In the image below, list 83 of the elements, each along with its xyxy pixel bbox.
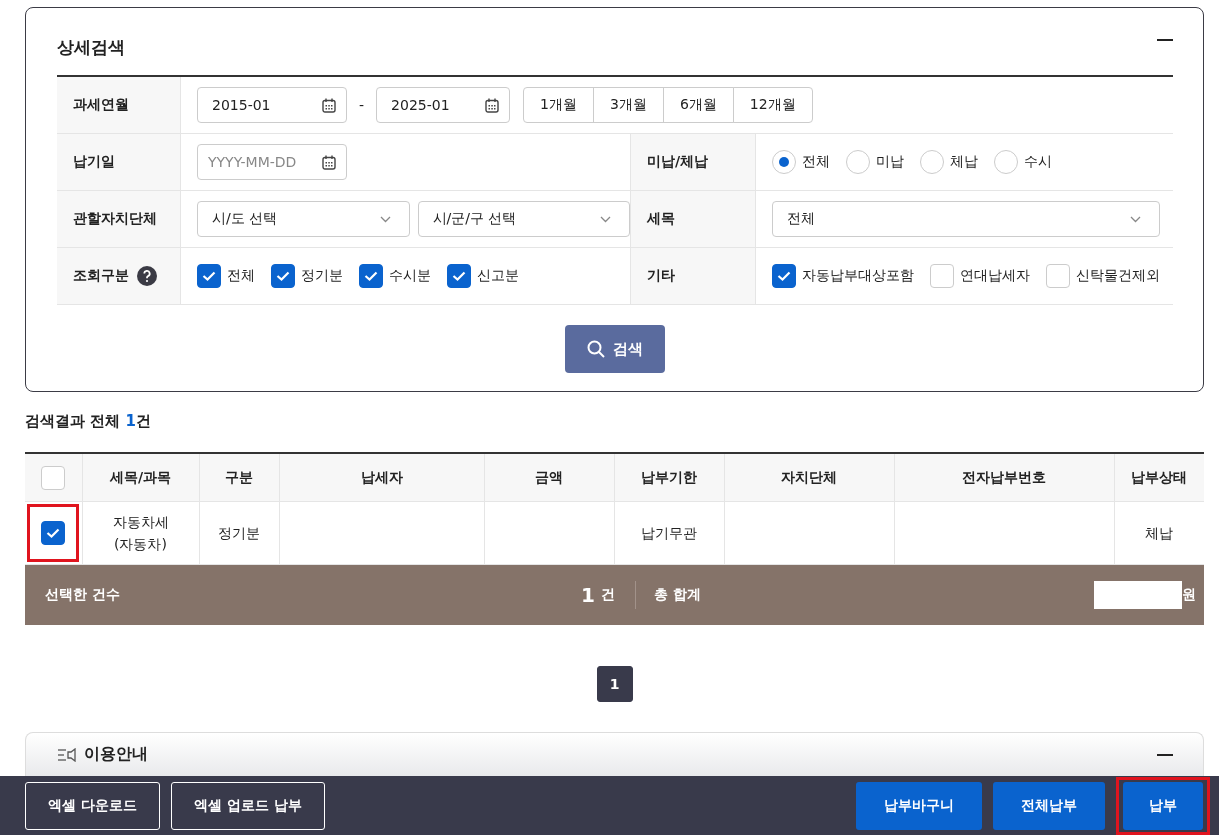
date-field[interactable]: 2015-01 xyxy=(197,87,347,123)
pay-button[interactable]: 납부 xyxy=(1123,781,1203,830)
option-label: 전체 xyxy=(227,267,255,285)
radio-button[interactable] xyxy=(920,150,944,174)
chevron-down-icon xyxy=(1130,215,1141,223)
currency-unit: 원 xyxy=(1182,586,1197,604)
option-label: 신탁물건제외 xyxy=(1076,267,1160,285)
field-label: 조회구분 xyxy=(73,267,129,285)
column-header: 납부상태 xyxy=(1114,453,1204,502)
option-label: 정기분 xyxy=(301,267,343,285)
table-cell: 납기무관 xyxy=(641,524,697,541)
summary-label: 총 합계 xyxy=(653,586,702,604)
count-unit: 건 xyxy=(601,586,615,604)
column-header: 구분 xyxy=(199,453,279,502)
table-cell: 체납 xyxy=(1145,524,1174,541)
row-checkbox[interactable] xyxy=(41,521,66,545)
option-label: 미납 xyxy=(876,153,904,171)
range-separator: - xyxy=(358,97,366,113)
section-title: 상세검색 xyxy=(57,36,125,59)
period-button[interactable]: 3개월 xyxy=(593,87,664,123)
checkmark-icon xyxy=(452,271,466,281)
chevron-down-icon xyxy=(600,215,611,223)
select-field[interactable]: 시/군/구 선택 xyxy=(417,201,630,237)
info-panel-header[interactable]: 이용안내 xyxy=(25,732,1204,776)
search-icon xyxy=(587,340,605,358)
date-field[interactable]: YYYY-MM-DD xyxy=(197,144,347,180)
option-label: 수시 xyxy=(1024,153,1052,171)
radio-button[interactable] xyxy=(994,150,1018,174)
page-button[interactable]: 1 xyxy=(596,666,633,702)
column-header: 세목/과목 xyxy=(82,453,199,502)
select-field[interactable]: 시/도 선택 xyxy=(197,201,410,237)
field-label: 납기일 xyxy=(57,134,181,191)
help-icon[interactable] xyxy=(137,266,157,286)
column-header: 전자납부번호 xyxy=(894,453,1114,502)
checkbox[interactable] xyxy=(447,264,471,288)
pay-button[interactable]: 납부바구니 xyxy=(856,781,982,830)
field-label: 관할자치단체 xyxy=(57,191,181,248)
results-heading: 검색결과 전체 1건 xyxy=(25,412,152,432)
checkmark-icon xyxy=(777,271,791,281)
date-field[interactable]: 2025-01 xyxy=(376,87,511,123)
field-label: 과세연월 xyxy=(57,77,181,134)
excel-button[interactable]: 엑셀 다운로드 xyxy=(25,781,160,830)
checkmark-icon xyxy=(202,271,216,281)
checkbox[interactable] xyxy=(271,264,295,288)
field-label: 기타 xyxy=(631,248,756,305)
checkbox[interactable] xyxy=(772,264,796,288)
option-label: 자동납부대상포함 xyxy=(802,267,914,285)
option-label: 체납 xyxy=(950,153,978,171)
excel-button[interactable]: 엑셀 업로드 납부 xyxy=(170,781,325,830)
column-header: 금액 xyxy=(484,453,614,502)
radio-button[interactable] xyxy=(772,150,796,174)
search-button[interactable]: 검색 xyxy=(565,325,665,373)
section-title: 이용안내 xyxy=(84,744,149,765)
option-label: 수시분 xyxy=(389,267,431,285)
column-header: 납부기한 xyxy=(614,453,724,502)
column-header: 자치단체 xyxy=(724,453,894,502)
calendar-icon xyxy=(322,97,336,113)
checkbox[interactable] xyxy=(197,264,221,288)
period-button[interactable]: 1개월 xyxy=(523,87,594,123)
period-button[interactable]: 6개월 xyxy=(662,87,734,123)
option-label: 신고분 xyxy=(477,267,519,285)
select-field[interactable]: 전체 xyxy=(772,201,1160,237)
selected-count: 1 xyxy=(581,583,595,607)
checkbox[interactable] xyxy=(359,264,383,288)
chevron-down-icon xyxy=(379,215,391,223)
checkmark-icon xyxy=(46,528,61,538)
period-button[interactable]: 12개월 xyxy=(732,87,813,123)
calendar-icon xyxy=(485,97,500,113)
pay-button[interactable]: 전체납부 xyxy=(993,781,1105,830)
summary-label: 선택한 건수 xyxy=(44,586,121,604)
list-icon xyxy=(58,747,76,762)
checkmark-icon xyxy=(364,271,378,281)
radio-button[interactable] xyxy=(846,150,870,174)
table-cell: 자동차세 (자동차) xyxy=(112,513,169,552)
option-label: 전체 xyxy=(802,153,830,171)
option-label: 연대납세자 xyxy=(960,267,1030,285)
field-label: 세목 xyxy=(631,191,756,248)
column-header: 납세자 xyxy=(279,453,484,502)
field-label: 미납/체납 xyxy=(631,134,756,191)
calendar-icon xyxy=(322,154,336,170)
select-all-checkbox[interactable] xyxy=(41,465,66,490)
table-cell: 정기분 xyxy=(218,524,260,541)
checkmark-icon xyxy=(276,271,290,281)
